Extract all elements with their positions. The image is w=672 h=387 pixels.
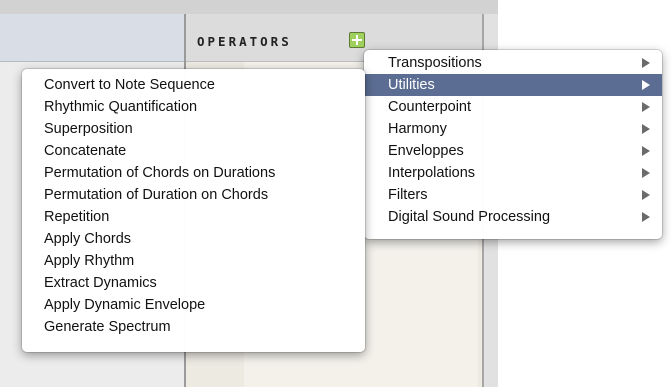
menu-item-label: Repetition [44,209,110,225]
menu-item-convert-to-note-sequence[interactable]: Convert to Note Sequence [22,74,365,96]
menu-item-label: Generate Spectrum [44,319,171,335]
window-top-strip [0,0,498,14]
menu-item-apply-chords[interactable]: Apply Chords [22,228,365,250]
menu-item-digital-sound-processing[interactable]: Digital Sound Processing [364,206,662,228]
menu-item-label: Counterpoint [388,99,472,115]
left-panel-header [0,14,184,62]
add-operator-button[interactable] [349,32,365,48]
menu-item-label: Extract Dynamics [44,275,157,291]
menu-item-label: Harmony [388,121,447,137]
menu-item-label: Digital Sound Processing [388,209,551,225]
menu-item-label: Interpolations [388,165,476,181]
menu-item-label: Concatenate [44,143,127,159]
menu-item-generate-spectrum[interactable]: Generate Spectrum [22,316,365,338]
menu-item-label: Transpositions [388,55,482,71]
menu-item-label: Apply Rhythm [44,253,135,269]
menu-item-label: Enveloppes [388,143,464,159]
menu-item-interpolations[interactable]: Interpolations [364,162,662,184]
chevron-right-icon [642,102,650,112]
menu-item-extract-dynamics[interactable]: Extract Dynamics [22,272,365,294]
menu-item-permutation-chords-on-durations[interactable]: Permutation of Chords on Durations [22,162,365,184]
menu-item-apply-rhythm[interactable]: Apply Rhythm [22,250,365,272]
menu-item-harmony[interactable]: Harmony [364,118,662,140]
menu-item-repetition[interactable]: Repetition [22,206,365,228]
menu-item-label: Utilities [388,77,435,93]
menu-item-label: Apply Chords [44,231,132,247]
chevron-right-icon [642,212,650,222]
menu-item-label: Convert to Note Sequence [44,77,215,93]
operators-panel-title: OPERATORS [197,34,292,49]
menu-item-enveloppes[interactable]: Enveloppes [364,140,662,162]
menu-item-label: Superposition [44,121,133,137]
menu-item-counterpoint[interactable]: Counterpoint [364,96,662,118]
chevron-right-icon [642,168,650,178]
menu-item-label: Permutation of Chords on Durations [44,165,276,181]
chevron-right-icon [642,124,650,134]
menu-item-permutation-duration-on-chords[interactable]: Permutation of Duration on Chords [22,184,365,206]
chevron-right-icon [642,190,650,200]
chevron-right-icon [642,80,650,90]
menu-item-label: Apply Dynamic Envelope [44,297,206,313]
utilities-submenu: Convert to Note Sequence Rhythmic Quanti… [22,69,365,352]
operator-category-menu: Transpositions Utilities Counterpoint Ha… [364,50,662,239]
menu-item-apply-dynamic-envelope[interactable]: Apply Dynamic Envelope [22,294,365,316]
menu-item-label: Rhythmic Quantification [44,99,198,115]
menu-item-superposition[interactable]: Superposition [22,118,365,140]
chevron-right-icon [642,146,650,156]
menu-item-transpositions[interactable]: Transpositions [364,52,662,74]
menu-item-rhythmic-quantification[interactable]: Rhythmic Quantification [22,96,365,118]
menu-item-utilities[interactable]: Utilities [364,74,662,96]
menu-item-label: Permutation of Duration on Chords [44,187,269,203]
menu-item-label: Filters [388,187,428,203]
menu-item-concatenate[interactable]: Concatenate [22,140,365,162]
menu-item-filters[interactable]: Filters [364,184,662,206]
chevron-right-icon [642,58,650,68]
